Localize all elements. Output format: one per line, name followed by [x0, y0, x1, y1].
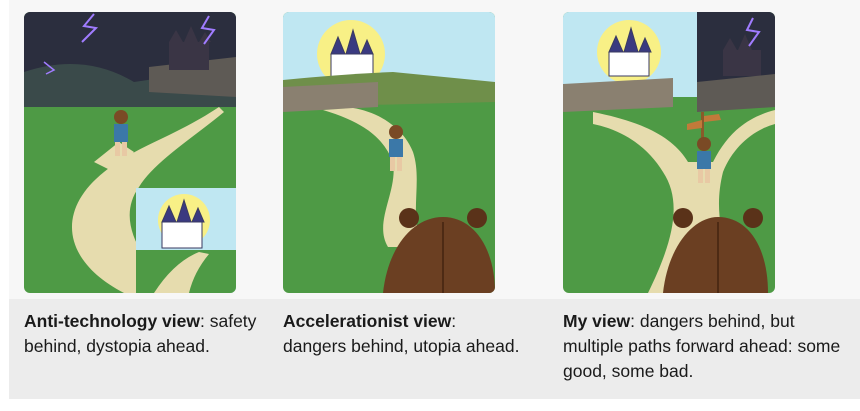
illustration-my-view-art [563, 12, 775, 293]
caption-my-view: My view: dangers behind, but multiple pa… [563, 311, 841, 381]
illustration-my-view [563, 12, 775, 293]
caption-anti-technology: Anti-technology view: safety behind, dys… [24, 311, 257, 356]
caption-description: dangers behind, utopia ahead. [283, 336, 520, 356]
caption-title: Accelerationist view [283, 311, 452, 331]
caption-title: My view [563, 311, 631, 331]
caption-title: Anti-technology view [24, 311, 200, 331]
illustration-accelerationist-art [283, 12, 495, 293]
illustration-accelerationist [283, 12, 495, 293]
illustration-anti-technology [24, 12, 236, 293]
caption-accelerationist: Accelerationist view: dangers behind, ut… [283, 311, 520, 356]
illustration-anti-technology-art [24, 12, 236, 293]
